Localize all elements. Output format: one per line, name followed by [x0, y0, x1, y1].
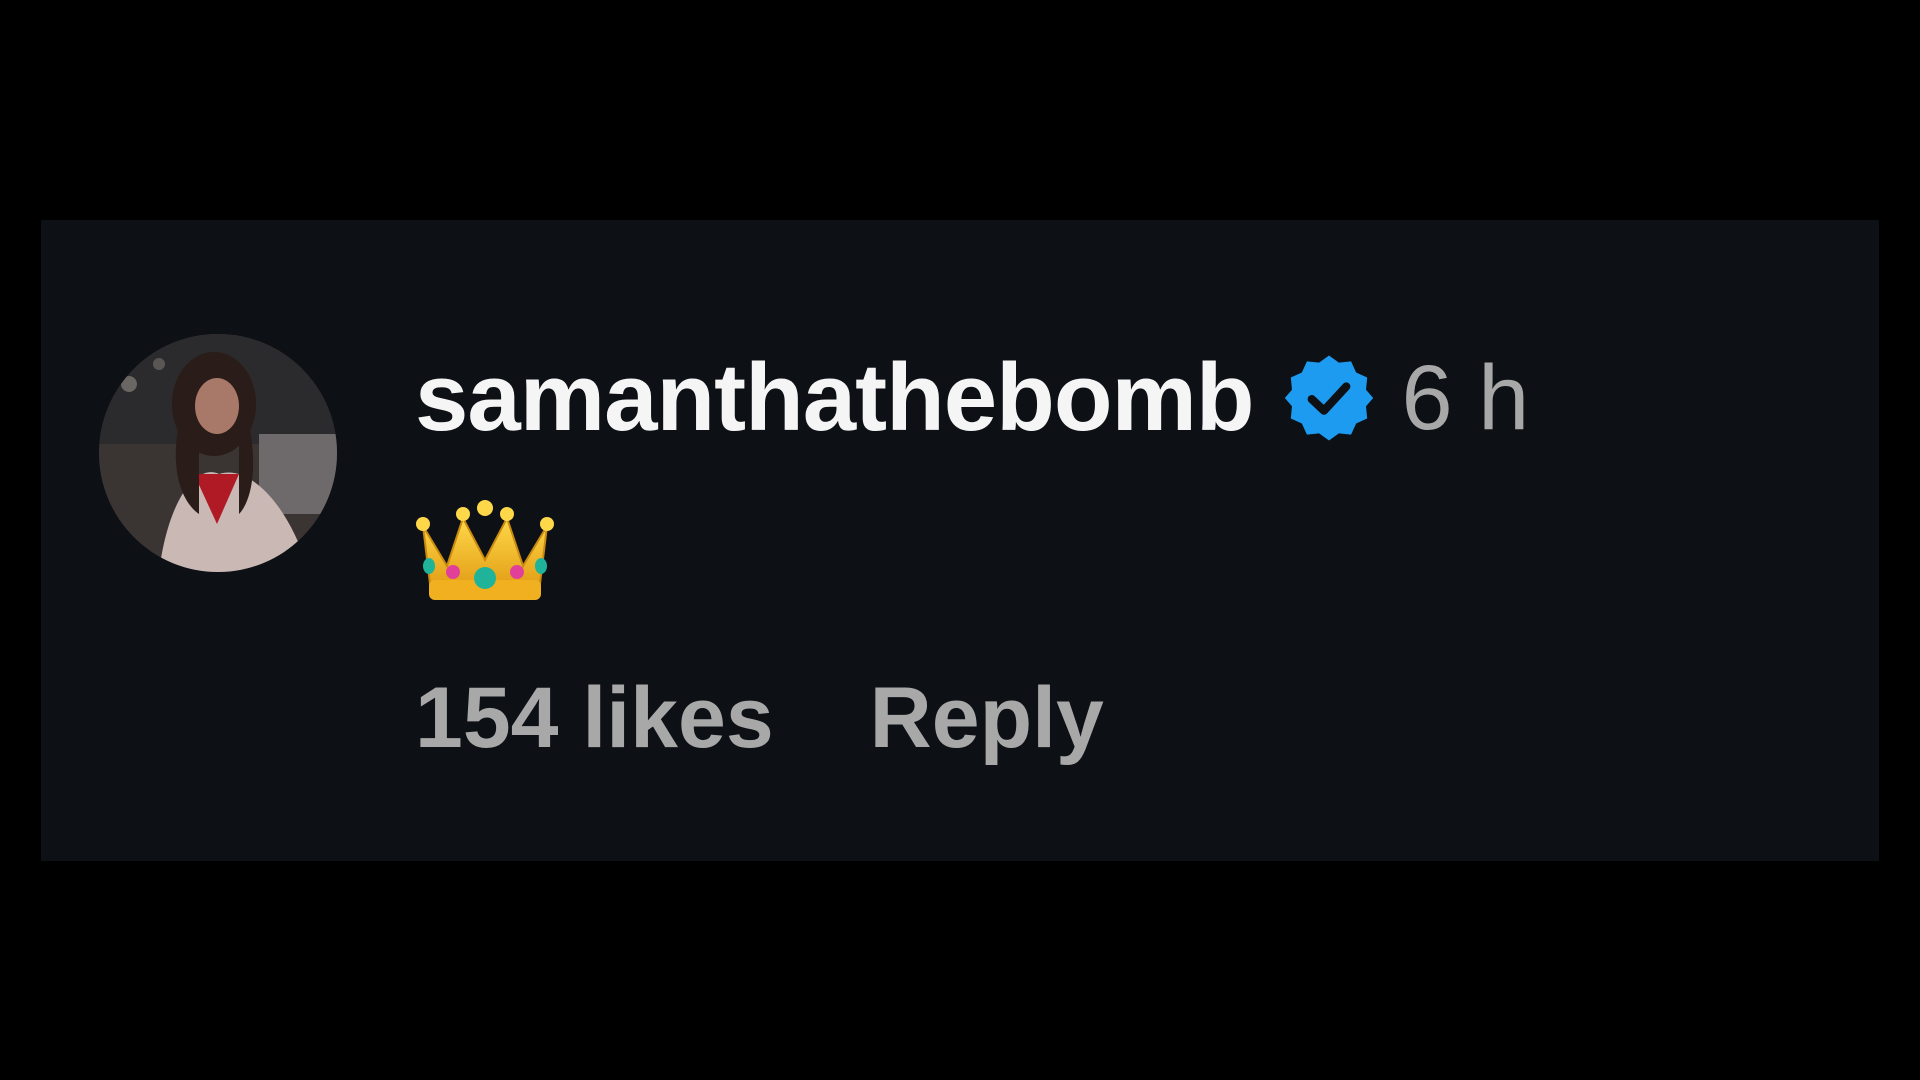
comment-actions: 154 likes Reply: [415, 668, 1104, 768]
likes-count[interactable]: 154 likes: [415, 675, 774, 761]
verified-badge-icon: [1283, 352, 1375, 444]
reply-button[interactable]: Reply: [870, 675, 1104, 761]
username-link[interactable]: samanthathebomb: [415, 350, 1254, 446]
crown-icon: [416, 500, 554, 600]
comment-header: samanthathebomb 6 h: [415, 342, 1529, 454]
comment-card: samanthathebomb 6 h 154 likes Reply: [41, 220, 1879, 861]
avatar-image: [99, 334, 337, 572]
timestamp: 6 h: [1401, 347, 1530, 449]
comment-body: [415, 488, 555, 608]
avatar[interactable]: [99, 334, 337, 572]
